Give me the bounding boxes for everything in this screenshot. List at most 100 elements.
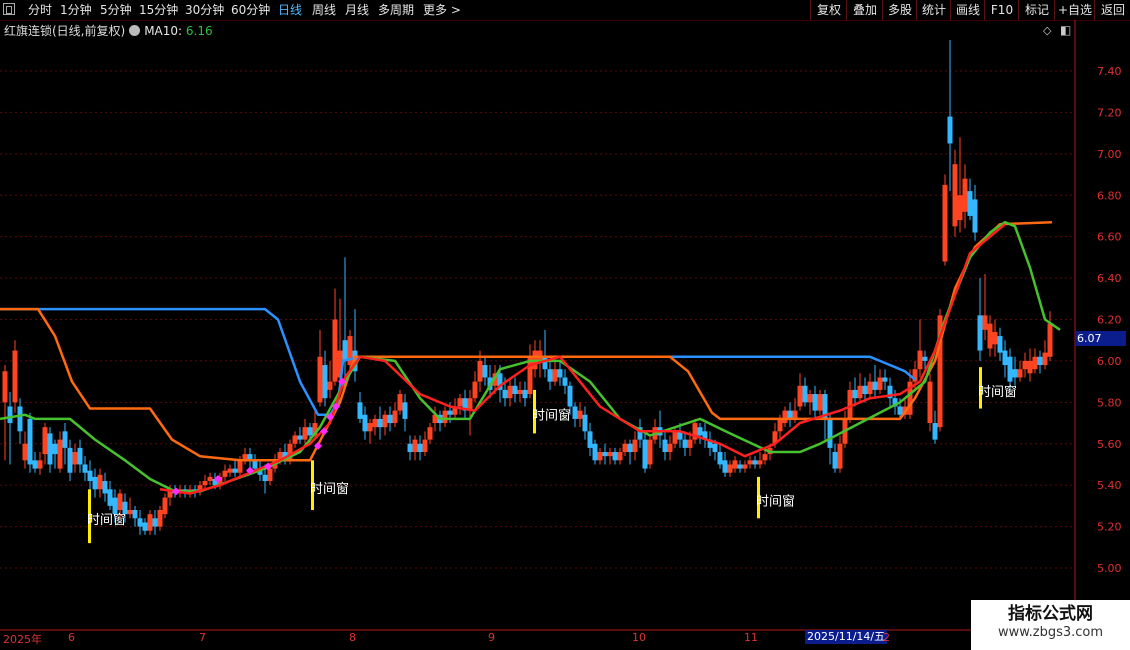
- mark-button[interactable]: 标记: [1018, 0, 1055, 20]
- candle-up: [962, 164, 968, 229]
- candle-down: [82, 456, 88, 482]
- period-tab-1min[interactable]: 1分钟: [60, 2, 92, 18]
- period-toolbar: 分时 1分钟 5分钟 15分钟 30分钟 60分钟 日线 周线 月线 多周期 更…: [0, 0, 1130, 21]
- fuquan-button[interactable]: 复权: [810, 0, 847, 20]
- y-tick-label: 6.60: [1097, 231, 1122, 244]
- candle-body: [387, 414, 393, 424]
- statistics-button[interactable]: 统计: [916, 0, 951, 20]
- candle-up: [1022, 352, 1028, 378]
- period-tab-more[interactable]: 更多 >: [423, 2, 461, 18]
- candle-body: [587, 431, 593, 448]
- candle-down: [697, 423, 703, 444]
- candle-up: [527, 344, 533, 399]
- candle-body: [62, 431, 68, 448]
- candle-body: [342, 340, 348, 361]
- candle-down: [362, 406, 368, 440]
- period-tab-5min[interactable]: 5分钟: [100, 2, 132, 18]
- candle-body: [667, 443, 673, 453]
- add-watchlist-button[interactable]: +自选: [1054, 0, 1095, 20]
- candle-body: [1022, 360, 1028, 370]
- candle-body: [357, 402, 363, 419]
- candle-body: [17, 406, 23, 432]
- period-tab-60min[interactable]: 60分钟: [231, 2, 270, 18]
- candle-body: [627, 443, 633, 453]
- candle-up: [757, 452, 763, 469]
- candle-up: [467, 389, 473, 436]
- candle-down: [17, 398, 23, 444]
- candle-body: [392, 410, 398, 424]
- candle-down: [612, 447, 618, 465]
- candle-body: [67, 447, 73, 473]
- period-tab-weekly[interactable]: 周线: [312, 2, 336, 18]
- candle-body: [972, 199, 978, 233]
- candle-body: [762, 454, 768, 461]
- candle-down: [102, 472, 108, 502]
- overlay-button[interactable]: 叠加: [846, 0, 883, 20]
- period-tab-30min[interactable]: 30分钟: [185, 2, 224, 18]
- candle-body: [682, 439, 688, 448]
- candle-down: [802, 377, 808, 407]
- candle-down: [62, 423, 68, 465]
- candle-down: [932, 410, 938, 444]
- candle-body: [797, 385, 803, 407]
- indicator-lines: [0, 220, 1061, 495]
- candle-body: [32, 460, 38, 469]
- window-icon[interactable]: [3, 3, 15, 15]
- candle-up: [607, 447, 613, 465]
- period-tab-daily[interactable]: 日线: [278, 2, 302, 18]
- candle-body: [227, 468, 233, 473]
- candle-body: [87, 470, 93, 482]
- candle-down: [832, 443, 838, 473]
- candle-down: [737, 460, 743, 473]
- candle-body: [602, 452, 608, 457]
- candle-up: [12, 340, 18, 413]
- candle-down: [377, 406, 383, 440]
- period-tab-15min[interactable]: 15分钟: [139, 2, 178, 18]
- time-window-label: 时间窗: [978, 384, 1017, 400]
- x-label-jul: 7: [199, 631, 206, 644]
- draw-line-button[interactable]: 画线: [950, 0, 985, 20]
- candle-down: [7, 391, 13, 465]
- period-tab-fenshi[interactable]: 分时: [28, 2, 52, 18]
- candle-body: [77, 447, 83, 465]
- candle-body: [572, 406, 578, 419]
- candle-body: [12, 350, 18, 403]
- candle-body: [327, 381, 333, 390]
- period-tab-multi[interactable]: 多周期: [378, 2, 414, 18]
- candle-body: [267, 468, 273, 482]
- candle-down: [582, 406, 588, 440]
- multi-stock-button[interactable]: 多股: [882, 0, 917, 20]
- candle-down: [602, 443, 608, 465]
- candle-down: [752, 456, 758, 469]
- candle-body: [932, 423, 938, 440]
- candle-up: [397, 389, 403, 415]
- grid-lines: [0, 70, 1075, 569]
- period-tab-monthly[interactable]: 月线: [345, 2, 369, 18]
- candle-body: [7, 406, 13, 424]
- candle-body: [992, 331, 998, 345]
- candle-body: [897, 406, 903, 415]
- candle-body: [367, 423, 373, 432]
- candle-body: [557, 369, 563, 378]
- back-button[interactable]: 返回: [1094, 0, 1130, 20]
- candle-up: [517, 381, 523, 403]
- candle-body: [882, 377, 888, 382]
- candle-down: [1002, 340, 1008, 378]
- candle-body: [302, 427, 308, 440]
- candle-up: [782, 406, 788, 428]
- candle-body: [147, 514, 153, 531]
- f10-button[interactable]: F10: [984, 0, 1019, 20]
- y-tick-label: 7.00: [1097, 148, 1122, 161]
- watermark: 指标公式网 www.zbgs3.com: [971, 600, 1130, 650]
- candle-down: [967, 178, 973, 221]
- candle-up: [1027, 348, 1033, 382]
- candle-up: [537, 340, 543, 378]
- candle-body: [782, 410, 788, 424]
- candle-body: [477, 360, 483, 382]
- candlestick-chart[interactable]: 7.40 7.20 7.00 6.80 6.60 6.40 6.20 6.00 5.80 5.60…: [0, 20, 1130, 650]
- candle-up: [1047, 311, 1053, 361]
- candle-up: [127, 497, 133, 519]
- candle-body: [542, 356, 548, 370]
- x-label-sep: 9: [488, 631, 495, 644]
- candle-down: [587, 423, 593, 457]
